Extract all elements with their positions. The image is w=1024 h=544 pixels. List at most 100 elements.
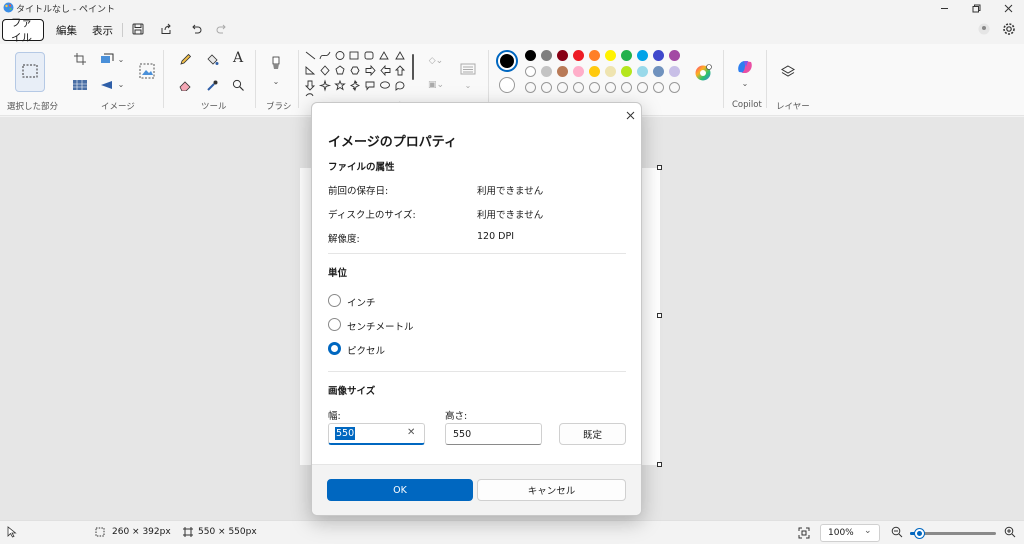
menu-view[interactable]: 表示 [84, 19, 121, 41]
close-window-button[interactable] [1000, 0, 1016, 16]
outline-style-icon[interactable]: ◇⌄ [424, 54, 448, 68]
palette-color-swatch[interactable] [541, 50, 552, 61]
eraser-icon[interactable] [176, 76, 194, 94]
zoom-slider-thumb[interactable] [914, 529, 924, 538]
resize-dropdown-chevron-icon[interactable]: ⌄ [116, 54, 126, 64]
ribbon-divider [766, 50, 767, 108]
text-tool-icon[interactable]: A [229, 49, 247, 67]
palette-color-swatch[interactable] [605, 66, 616, 77]
restore-button[interactable] [968, 0, 984, 16]
selection-group-label: 選択した部分 [7, 102, 59, 112]
save-icon[interactable] [130, 21, 146, 37]
unit-inch-radio[interactable] [328, 294, 341, 307]
palette-color-swatch[interactable] [653, 50, 664, 61]
menu-file[interactable]: ファイル [2, 17, 44, 44]
palette-color-swatch[interactable] [621, 50, 632, 61]
custom-color-slot[interactable] [621, 82, 632, 93]
layers-icon[interactable] [778, 62, 798, 82]
clear-input-icon[interactable]: ✕ [407, 427, 415, 438]
image-from-file-icon[interactable] [138, 62, 156, 80]
copilot-dropdown-chevron-icon[interactable]: ⌄ [740, 78, 750, 88]
palette-color-swatch[interactable] [669, 50, 680, 61]
unit-cm-radio[interactable] [328, 318, 341, 331]
palette-color-swatch[interactable] [573, 66, 584, 77]
minimize-button[interactable] [936, 0, 952, 16]
magnifier-icon[interactable] [229, 76, 247, 94]
unit-cm-label[interactable]: センチメートル [347, 319, 414, 333]
canvas-size-icon [182, 526, 194, 538]
height-label: 高さ: [445, 411, 468, 422]
canvas-resize-handle-right[interactable] [657, 313, 662, 318]
custom-color-slot[interactable] [589, 82, 600, 93]
unit-pixel-radio[interactable] [328, 342, 341, 355]
cancel-button[interactable]: キャンセル [477, 479, 626, 501]
zoom-select[interactable]: 100% ⌄ [820, 524, 880, 542]
zoom-out-icon[interactable] [890, 525, 904, 539]
custom-color-slot[interactable] [541, 82, 552, 93]
palette-color-swatch[interactable] [637, 66, 648, 77]
height-input[interactable]: 550 [445, 423, 542, 445]
palette-color-swatch[interactable] [621, 66, 632, 77]
flip-rotate-icon[interactable] [98, 76, 116, 94]
brush-icon[interactable] [267, 56, 285, 74]
paint-app-icon [3, 2, 14, 13]
palette-color-swatch[interactable] [605, 50, 616, 61]
settings-gear-icon[interactable] [1000, 20, 1018, 38]
share-icon[interactable] [158, 21, 174, 37]
canvas-resize-handle-bottom-right[interactable] [657, 462, 662, 467]
unit-inch-label[interactable]: インチ [347, 295, 376, 309]
effects-icon[interactable] [71, 76, 89, 94]
palette-color-swatch[interactable] [637, 50, 648, 61]
width-input[interactable]: 550 ✕ [328, 423, 425, 445]
fit-to-window-icon[interactable] [796, 525, 812, 541]
redo-icon[interactable] [214, 21, 230, 37]
fill-style-icon[interactable]: ▣⌄ [424, 78, 448, 92]
pencil-icon[interactable] [176, 50, 194, 68]
menu-edit[interactable]: 編集 [48, 19, 85, 41]
brush-dropdown-chevron-icon[interactable]: ⌄ [271, 76, 281, 86]
custom-color-slot[interactable] [669, 82, 680, 93]
dialog-divider [328, 371, 626, 372]
fill-bucket-icon[interactable] [203, 50, 221, 68]
zoom-slider[interactable] [910, 529, 996, 538]
crop-icon[interactable] [71, 50, 89, 68]
zoom-in-icon[interactable] [1003, 525, 1017, 539]
custom-color-slot[interactable] [573, 82, 584, 93]
resize-icon[interactable] [98, 50, 116, 68]
palette-color-swatch[interactable] [557, 66, 568, 77]
custom-color-slot[interactable] [653, 82, 664, 93]
shapes-scroll-bar[interactable] [412, 54, 414, 80]
palette-color-swatch[interactable] [557, 50, 568, 61]
palette-color-swatch[interactable] [589, 50, 600, 61]
reset-default-button[interactable]: 既定 [559, 423, 626, 445]
palette-color-swatch[interactable] [653, 66, 664, 77]
secondary-color-swatch[interactable] [499, 77, 515, 93]
color-picker-icon[interactable] [203, 76, 221, 94]
ok-button[interactable]: OK [327, 479, 473, 501]
palette-color-swatch[interactable] [589, 66, 600, 77]
custom-color-slot[interactable] [525, 82, 536, 93]
size-icon[interactable] [458, 61, 478, 77]
unit-pixel-label[interactable]: ピクセル [347, 343, 385, 357]
copilot-icon[interactable] [734, 56, 756, 78]
zoom-chevron-down-icon: ⌄ [864, 526, 872, 536]
undo-icon[interactable] [188, 21, 204, 37]
custom-color-slot[interactable] [605, 82, 616, 93]
dialog-close-icon[interactable] [622, 107, 638, 123]
size-dropdown-chevron-icon[interactable]: ⌄ [463, 80, 473, 90]
custom-color-slot[interactable] [637, 82, 648, 93]
canvas-resize-handle-top-right[interactable] [657, 165, 662, 170]
palette-color-swatch[interactable] [669, 66, 680, 77]
palette-color-swatch[interactable] [525, 50, 536, 61]
palette-color-swatch[interactable] [525, 66, 536, 77]
edit-colors-icon[interactable] [692, 62, 714, 84]
shapes-gallery[interactable] [304, 50, 408, 100]
ribbon-divider [723, 50, 724, 108]
palette-color-swatch[interactable] [573, 50, 584, 61]
custom-color-slot[interactable] [557, 82, 568, 93]
flip-dropdown-chevron-icon[interactable]: ⌄ [116, 79, 126, 89]
account-icon[interactable] [976, 21, 992, 37]
palette-color-swatch[interactable] [541, 66, 552, 77]
primary-color-swatch[interactable] [496, 50, 518, 72]
selection-tool-button[interactable] [15, 52, 45, 92]
